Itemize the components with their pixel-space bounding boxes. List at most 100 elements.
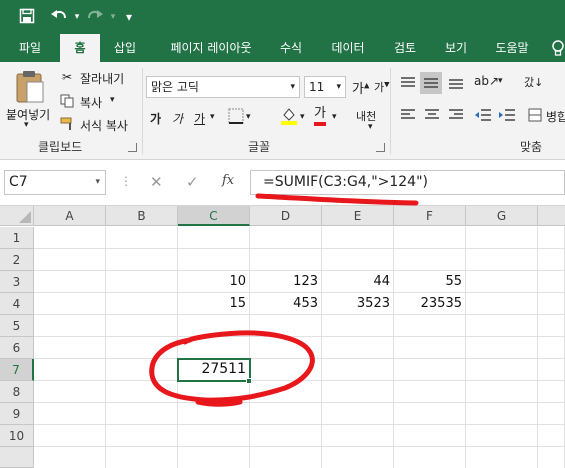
enter-icon[interactable]: ✓ [186, 173, 199, 191]
grid-cell[interactable] [178, 337, 250, 359]
row-header-4[interactable]: 4 [0, 293, 34, 315]
font-size-select[interactable]: 11 ▾ [304, 76, 346, 98]
grid-cell[interactable] [394, 359, 466, 381]
column-header-h[interactable] [538, 206, 565, 226]
grid-cell[interactable] [394, 315, 466, 337]
wrap-text-button[interactable]: 갔↓ [524, 74, 543, 90]
cell-d3[interactable]: 123 [250, 271, 322, 293]
font-name-select[interactable]: 맑은 고딕 ▾ [146, 76, 300, 98]
italic-button[interactable]: 가 [172, 110, 183, 127]
align-left-icon[interactable] [400, 108, 416, 125]
row-header-3[interactable]: 3 [0, 271, 34, 293]
cut-icon[interactable]: ✂ [62, 70, 72, 84]
phonetic-dropdown-icon[interactable]: ▾ [368, 122, 373, 132]
bold-button[interactable]: 가 [150, 110, 161, 127]
grid-cell[interactable] [106, 403, 178, 425]
align-middle-icon[interactable] [420, 72, 442, 94]
format-painter-icon[interactable] [60, 117, 76, 134]
tab-insert[interactable]: 삽입 [104, 34, 146, 62]
grid-cell[interactable] [466, 293, 538, 315]
column-header-a[interactable]: A [34, 206, 106, 226]
grid-cell[interactable] [538, 447, 565, 468]
grid-cell[interactable] [250, 315, 322, 337]
align-center-icon[interactable] [424, 108, 440, 125]
grid-cell[interactable] [538, 359, 565, 381]
grid-cell[interactable] [250, 425, 322, 447]
decrease-indent-icon[interactable] [474, 108, 492, 125]
grid-cell[interactable] [250, 447, 322, 468]
row-header-6[interactable]: 6 [0, 337, 34, 359]
merge-icon[interactable] [528, 108, 542, 125]
grid-cell[interactable] [322, 249, 394, 271]
customize-quick-access-icon[interactable]: ▾ [120, 8, 138, 26]
grid-cell[interactable] [178, 403, 250, 425]
row-header-7[interactable]: 7 [0, 359, 34, 381]
grid-cell[interactable] [322, 381, 394, 403]
grid-cell[interactable] [34, 293, 106, 315]
fill-color-icon[interactable] [280, 106, 298, 129]
font-color-dropdown-icon[interactable]: ▾ [332, 112, 337, 122]
align-top-icon[interactable] [400, 76, 416, 93]
copy-button[interactable]: 복사 [80, 94, 102, 111]
grid-cell[interactable] [178, 249, 250, 271]
select-all-corner[interactable] [0, 206, 34, 226]
grid-cell[interactable] [322, 403, 394, 425]
cut-button[interactable]: 잘라내기 [80, 70, 124, 87]
grid-cell[interactable] [250, 249, 322, 271]
grid-cell[interactable] [394, 447, 466, 468]
grid-cell[interactable] [394, 337, 466, 359]
grid-cell[interactable] [538, 315, 565, 337]
tab-file[interactable]: 파일 [6, 34, 54, 62]
copy-icon[interactable] [60, 94, 74, 111]
tab-help[interactable]: 도움말 [484, 34, 540, 62]
grid-cell[interactable] [538, 381, 565, 403]
grid-cell[interactable] [394, 249, 466, 271]
merge-button[interactable]: 병합 [546, 108, 565, 125]
orientation-icon[interactable]: ab↗ [474, 74, 499, 88]
grid-cell[interactable] [322, 447, 394, 468]
underline-dropdown-icon[interactable]: ▾ [210, 112, 215, 122]
grid-cell[interactable] [34, 249, 106, 271]
grid-cell[interactable] [466, 249, 538, 271]
grid-cell[interactable] [466, 337, 538, 359]
align-bottom-icon[interactable] [448, 76, 464, 93]
borders-icon[interactable] [228, 108, 244, 127]
grid-cell[interactable] [106, 227, 178, 249]
grid-cell[interactable] [178, 425, 250, 447]
phonetic-button[interactable]: 내천 [356, 108, 376, 124]
grid-cell[interactable] [394, 381, 466, 403]
grid-cell[interactable] [178, 447, 250, 468]
grid-cell[interactable] [394, 403, 466, 425]
grid-cell[interactable] [34, 337, 106, 359]
grid-cell[interactable] [106, 337, 178, 359]
grid-cell[interactable] [466, 315, 538, 337]
lightbulb-icon[interactable] [548, 34, 565, 62]
font-launcher-icon[interactable] [376, 143, 385, 152]
grid-cell[interactable] [466, 227, 538, 249]
grid-cell[interactable] [466, 359, 538, 381]
column-header-d[interactable]: D [250, 206, 322, 226]
paste-icon[interactable] [12, 68, 48, 104]
column-header-b[interactable]: B [106, 206, 178, 226]
format-painter-button[interactable]: 서식 복사 [80, 117, 128, 134]
copy-dropdown-icon[interactable]: ▾ [110, 95, 115, 105]
grid-cell[interactable] [466, 425, 538, 447]
underline-button[interactable]: 가 [194, 110, 205, 127]
row-header-1[interactable]: 1 [0, 227, 34, 249]
fill-handle[interactable] [246, 378, 252, 384]
grid-cell[interactable] [322, 315, 394, 337]
tab-review[interactable]: 검토 [382, 34, 428, 62]
increase-indent-icon[interactable] [498, 108, 516, 125]
cell-d4[interactable]: 453 [250, 293, 322, 315]
clipboard-launcher-icon[interactable] [128, 143, 137, 152]
grid-cell[interactable] [34, 381, 106, 403]
row-header-11[interactable] [0, 447, 34, 468]
column-header-g[interactable]: G [466, 206, 538, 226]
cell-f4[interactable]: 23535 [394, 293, 466, 315]
grid-cell[interactable] [250, 403, 322, 425]
grid-cell[interactable] [106, 359, 178, 381]
grid-cell[interactable] [322, 337, 394, 359]
name-box[interactable]: C7 ▾ [4, 170, 106, 195]
worksheet-grid[interactable]: A B C D E F G 1 2 3 4 5 6 7 8 9 10 10 12… [0, 206, 565, 468]
grid-cell[interactable] [466, 271, 538, 293]
